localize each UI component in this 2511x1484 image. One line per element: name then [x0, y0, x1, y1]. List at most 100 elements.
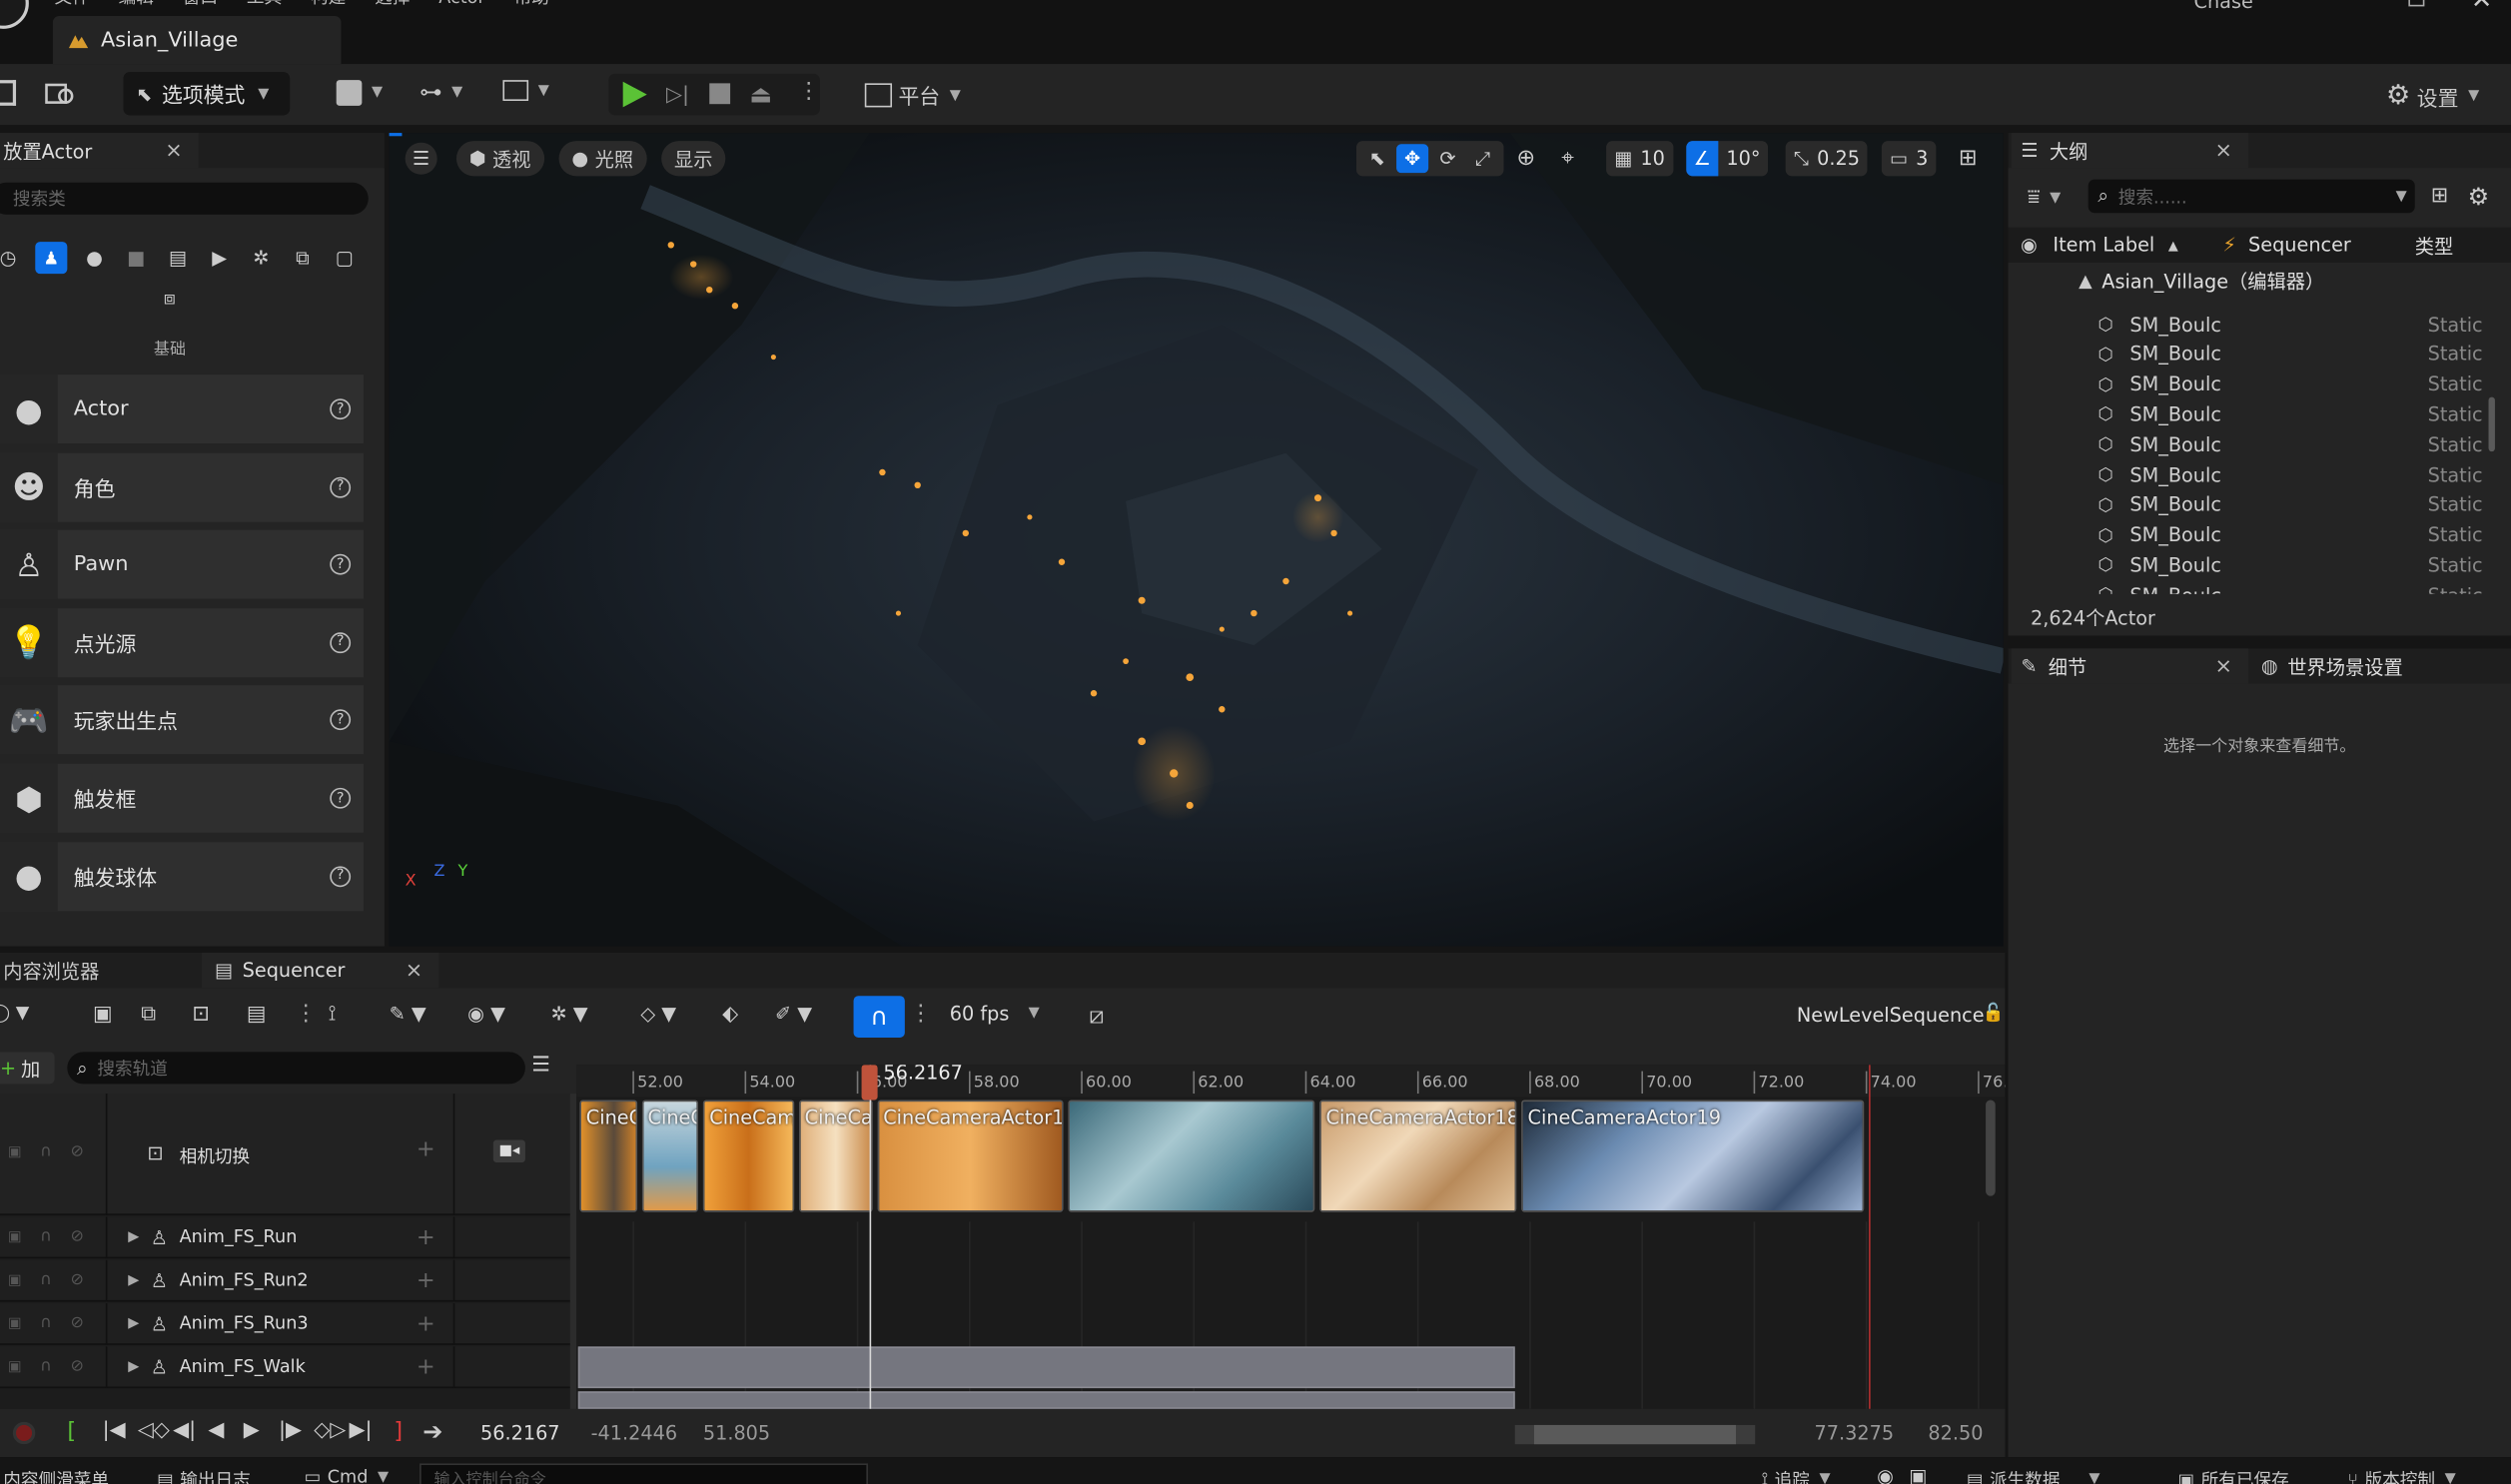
track-search-input[interactable]: 搜索轨道	[97, 1056, 168, 1082]
end-range-marker[interactable]	[1868, 1065, 1871, 1409]
extra-category-icon[interactable]: ⧈	[156, 284, 185, 313]
restore-window-icon[interactable]	[2408, 0, 2425, 7]
grid-snap[interactable]: ▦ 10	[1606, 141, 1673, 177]
play-forward-icon[interactable]: ▶	[244, 1419, 260, 1443]
timeline-scrollbar-thumb[interactable]	[1533, 1424, 1736, 1445]
shapes-category-icon[interactable]: ■	[122, 244, 151, 273]
outliner-row[interactable]: ⬡ SM_Boulc Static	[2009, 429, 2508, 459]
playback-options-icon[interactable]: ✲ ▼	[551, 1003, 588, 1025]
content-browser-tab[interactable]: 内容浏览器	[0, 953, 199, 988]
track-filter-icon[interactable]: ☰	[531, 1054, 550, 1078]
solo-icon[interactable]: ∩	[40, 1143, 52, 1161]
fps-select[interactable]: 60 fps ▼	[950, 1003, 1040, 1025]
solo-icon[interactable]: ∩	[40, 1358, 52, 1376]
render-movie-icon[interactable]: ▤	[247, 1003, 267, 1027]
help-icon[interactable]: ?	[330, 709, 352, 731]
actor-item-6[interactable]: ● 触发球体?	[0, 841, 364, 911]
track-row[interactable]: ▣ ∩ ⊘ ▶ ♙ Anim_FS_Run2 +	[0, 1259, 573, 1302]
more-options-icon[interactable]: ⋮	[295, 1001, 317, 1027]
camera-cut-clip[interactable]: CineC	[641, 1100, 699, 1212]
camera-cut-clip[interactable]: CineCameraActor19	[1521, 1100, 1865, 1212]
level-tab[interactable]: Asian_Village	[52, 16, 342, 65]
class-search[interactable]: 搜索类	[0, 182, 369, 215]
timeline-vertical-scrollbar[interactable]	[1986, 1100, 1996, 1196]
scale-snap[interactable]: ⤡ 0.25	[1785, 141, 1868, 177]
outliner-row[interactable]: ⬡ SM_Boulc Static	[2009, 370, 2508, 399]
expand-arrow-icon[interactable]: ▶	[128, 1358, 139, 1374]
help-icon[interactable]: ?	[330, 865, 352, 887]
camera-cut-clip[interactable]	[1067, 1100, 1315, 1212]
menu-item[interactable]: 工具	[247, 0, 282, 10]
track-search[interactable]: ⌕ 搜索轨道	[67, 1052, 525, 1085]
previous-key-icon[interactable]: ◁◇	[138, 1419, 170, 1443]
level-viewport[interactable]: ☰ ⬢ 透视 ● 光照 显示 ⬉ ✥ ⟳ ⤢ ⊕ ⌖ ▦ 10 ∠ 10° ⤡ …	[389, 133, 2004, 947]
lock-track-icon[interactable]: ▣	[8, 1358, 22, 1374]
add-section-icon[interactable]: +	[417, 1354, 435, 1380]
rotation-snap[interactable]: ∠ 10°	[1686, 141, 1769, 177]
viewport-menu-button[interactable]: ☰	[405, 142, 437, 175]
cinematics-button[interactable]: ▼	[502, 80, 549, 102]
recent-icon[interactable]: ◷	[0, 244, 22, 273]
expand-arrow-icon[interactable]: ▶	[128, 1229, 139, 1245]
derived-data-button[interactable]: ▤ 派生数据 ▼	[1967, 1467, 2100, 1484]
outliner-tab[interactable]: ☰ 大纲 ×	[2011, 133, 2249, 169]
expand-arrow-icon[interactable]: ▶	[128, 1272, 139, 1288]
settings-button[interactable]: ⚙ 设置 ▼	[2386, 80, 2479, 112]
actor-item-3[interactable]: 💡 点光源?	[0, 607, 364, 677]
type-column[interactable]: 类型	[2415, 232, 2454, 259]
solo-icon[interactable]: ∩	[40, 1271, 52, 1289]
cmd-button[interactable]: ▭ Cmd ▼	[305, 1467, 390, 1484]
add-folder-icon[interactable]: ⊞	[2431, 184, 2448, 208]
camera-cut-clip[interactable]: CineCameraActor18	[1319, 1100, 1517, 1212]
actor-item-0[interactable]: ● Actor?	[0, 374, 364, 444]
save-sequence-icon[interactable]: ▣	[93, 1003, 113, 1027]
platform-button[interactable]: 平台 ▼	[864, 80, 961, 111]
mute-icon[interactable]: ⊘	[71, 1358, 84, 1376]
outliner-row[interactable]: ⬡ SM_Boulc Static	[2009, 550, 2508, 580]
outliner-row[interactable]: ⬡ SM_Boulc Static	[2009, 399, 2508, 429]
close-icon[interactable]: ×	[2215, 139, 2232, 163]
expand-arrow-icon[interactable]: ▶	[128, 1315, 139, 1331]
camera-cut-clip[interactable]: CineCa	[798, 1100, 872, 1212]
mute-icon[interactable]: ⊘	[71, 1314, 84, 1332]
surface-snap-icon[interactable]: ⌖	[1561, 146, 1574, 172]
outliner-row[interactable]: ⬡ SM_Boulc Static	[2009, 519, 2508, 549]
tools-icon[interactable]: ✎ ▼	[390, 1003, 426, 1025]
insights-icon[interactable]: ▣	[1909, 1465, 1927, 1484]
camera-speed[interactable]: ▭ 3	[1881, 141, 1937, 177]
menu-item[interactable]: 帮助	[514, 0, 549, 10]
help-icon[interactable]: ?	[330, 398, 352, 420]
outliner-row[interactable]: ⬡ SM_Boulc Static	[2009, 459, 2508, 489]
outliner-scrollbar[interactable]	[2488, 396, 2495, 452]
live-coding-icon[interactable]: ◉	[1877, 1465, 1894, 1484]
time-ruler[interactable]: 52.00 54.00 56.00 58.00 60.00 62.00 64.00 66.00…	[576, 1065, 2006, 1098]
camera-lock-icon[interactable]: ■◂	[492, 1139, 525, 1162]
view-end-field[interactable]: 51.805	[703, 1422, 770, 1444]
lights-category-icon[interactable]: ●	[80, 244, 109, 273]
add-section-icon[interactable]: +	[417, 1267, 435, 1293]
outliner-root-row[interactable]: ▲ Asian_Village（编辑器）	[2009, 266, 2511, 295]
blueprint-button[interactable]: ⊶ ▼	[419, 80, 462, 106]
outliner-search-input[interactable]: 搜索......	[2118, 184, 2383, 210]
help-icon[interactable]: ?	[330, 476, 352, 497]
output-log-button[interactable]: ▤ 输出日志	[157, 1467, 251, 1484]
world-selector-icon[interactable]: ◯ ▼	[0, 1003, 29, 1024]
menu-item[interactable]: 选择	[375, 0, 410, 10]
play-reverse-icon[interactable]: ◀	[208, 1419, 224, 1443]
viewport-layout-icon[interactable]: ⊞	[1959, 146, 1978, 172]
menu-item[interactable]: 窗口	[183, 0, 218, 10]
solo-icon[interactable]: ∩	[40, 1228, 52, 1246]
add-section-icon[interactable]: +	[417, 1136, 435, 1162]
add-actor-button[interactable]: ▼	[336, 80, 383, 106]
user-name[interactable]: Chase	[2194, 0, 2253, 13]
eject-icon[interactable]: ⏏	[749, 80, 772, 109]
trace-button[interactable]: ⟟ 追踪 ▼	[1762, 1467, 1831, 1484]
content-drawer-button[interactable]: 内容侧滑菜单	[3, 1467, 109, 1484]
actor-item-5[interactable]: ⬢ 触发框?	[0, 763, 364, 833]
snap-more-icon[interactable]: ⋮	[910, 1001, 932, 1027]
console-input[interactable]: 输入控制台命令	[419, 1463, 868, 1484]
anim-section[interactable]	[577, 1346, 1514, 1389]
save-icon[interactable]	[0, 80, 17, 106]
range-start-field[interactable]: 77.3275	[1815, 1422, 1895, 1444]
sequencer-tab[interactable]: ▤ Sequencer ×	[202, 952, 439, 989]
